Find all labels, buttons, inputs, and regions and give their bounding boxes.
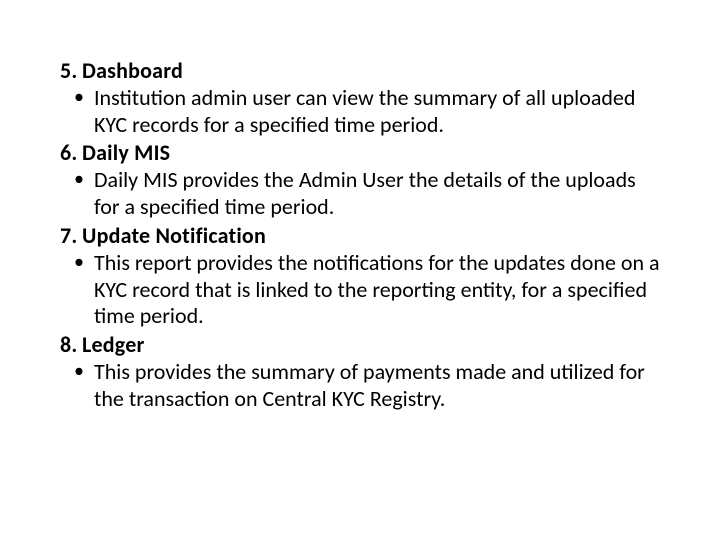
slide-content: 5. Dashboard Institution admin user can … bbox=[0, 0, 720, 540]
list-item: Institution admin user can view the summ… bbox=[94, 85, 660, 139]
bullet-list: Daily MIS provides the Admin User the de… bbox=[60, 167, 660, 221]
section-heading-update-notification: 7. Update Notification bbox=[60, 223, 660, 250]
bullet-list: This report provides the notifications f… bbox=[60, 250, 660, 330]
section-heading-daily-mis: 6. Daily MIS bbox=[60, 140, 660, 167]
bullet-list: This provides the summary of payments ma… bbox=[60, 359, 660, 413]
section-heading-dashboard: 5. Dashboard bbox=[60, 58, 660, 85]
list-item: Daily MIS provides the Admin User the de… bbox=[94, 167, 660, 221]
bullet-list: Institution admin user can view the summ… bbox=[60, 85, 660, 139]
list-item: This report provides the notifications f… bbox=[94, 250, 660, 330]
section-heading-ledger: 8. Ledger bbox=[60, 332, 660, 359]
list-item: This provides the summary of payments ma… bbox=[94, 359, 660, 413]
